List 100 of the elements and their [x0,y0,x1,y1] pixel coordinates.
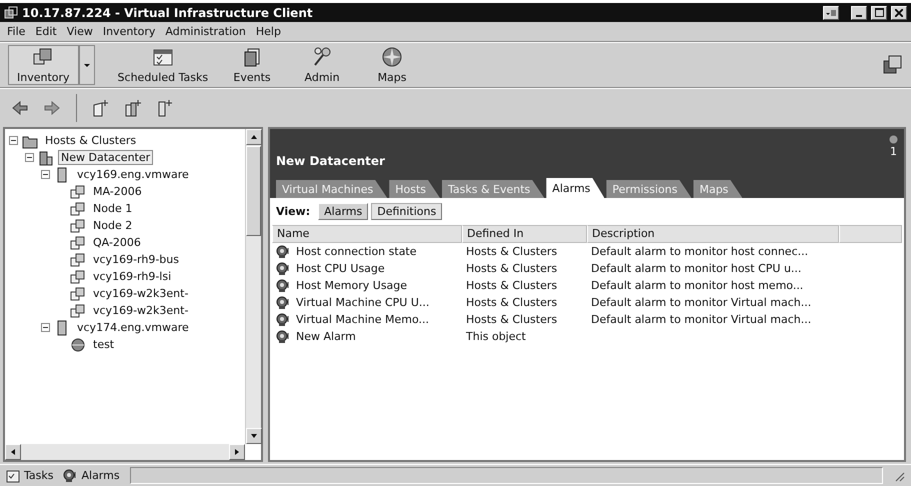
panel-title: New Datacenter [276,154,386,168]
tree-item[interactable]: Node 2 [90,218,136,233]
close-button[interactable] [891,6,907,20]
collapse-toggle[interactable] [41,170,50,179]
table-cell-text: Default alarm to monitor Virtual mach... [590,312,812,328]
virtual-machine-icon [70,252,86,268]
vertical-scrollbar[interactable] [245,129,261,444]
new-folder-icon[interactable] [93,99,109,117]
scroll-left-icon [9,448,17,456]
new-host-icon[interactable] [157,99,173,117]
close-icon [895,8,903,16]
alarm-count: 1 [890,145,897,158]
compass-icon [381,46,404,68]
toolbar-button[interactable]: Scheduled Tasks [108,45,218,85]
pie-icon [70,336,86,352]
resize-grip-icon[interactable] [893,470,905,482]
window-title: 10.17.87.224 - Virtual Infrastructure Client [22,6,314,20]
virtual-machine-icon [70,200,86,216]
table-cell: Virtual Machine Memo... [272,311,462,328]
table-cell-text: Hosts & Clusters [465,244,558,260]
tree-item[interactable]: Hosts & Clusters [42,133,140,148]
scroll-up-icon [250,133,258,141]
tab[interactable]: Alarms [546,178,604,198]
new-server-icon[interactable] [125,99,141,117]
table-cell: New Alarm [272,328,462,345]
table-cell: Host CPU Usage [272,260,462,277]
alarm-bell-icon [63,468,78,482]
table-cell-text: Hosts & Clusters [465,295,558,311]
window-menu-button[interactable] [823,6,839,20]
maximize-icon [874,8,884,17]
back-arrow-icon[interactable] [12,101,28,115]
alarm-bell-icon [276,278,290,292]
view-label: View: [276,205,310,218]
virtual-machine-icon [70,234,86,250]
virtual-machine-icon [70,302,86,318]
menu-item[interactable]: Edit [30,25,62,38]
tree-item[interactable]: QA-2006 [90,235,144,250]
collapse-toggle[interactable] [25,153,34,162]
tree-item[interactable]: New Datacenter [58,150,154,165]
alarm-bell-icon [276,330,290,344]
tree-item[interactable]: vcy169-rh9-bus [90,252,182,267]
table-cell-text: Default alarm to monitor host connec... [590,244,810,260]
tree-item[interactable]: vcy169-rh9-lsi [90,269,174,284]
column-header [839,225,902,243]
table-cell: Host Memory Usage [272,277,462,294]
tree-item[interactable]: vcy169.eng.vmware [74,167,192,182]
table-cell-text: Default alarm to monitor Virtual mach... [590,295,812,311]
tree-item[interactable]: test [90,337,118,352]
alarm-bell-icon [276,312,290,326]
tree-item[interactable]: vcy169-w2k3ent- [90,303,192,318]
tree-item[interactable]: MA-2006 [90,184,145,199]
toolbar-button[interactable]: Inventory [8,45,79,85]
alarm-bell-icon [276,296,290,310]
column-header[interactable]: Defined In [462,225,587,243]
toolbar-button[interactable]: Admin [287,45,358,85]
status-button[interactable]: Alarms [63,468,120,482]
minus-icon [42,324,49,331]
window-switch-icon[interactable] [883,55,903,75]
collapse-toggle[interactable] [41,323,50,332]
table-cell-text: This object [465,329,527,345]
menu-item[interactable]: Help [250,25,286,38]
maximize-button[interactable] [871,6,887,20]
menu-item[interactable]: Inventory [98,25,160,38]
menu-item[interactable]: View [62,25,98,38]
minus-icon [26,154,33,161]
view-toggle-button[interactable]: Alarms [318,203,368,220]
table-cell-text: Hosts & Clusters [465,261,558,277]
app-logo-icon [4,6,18,20]
scroll-down-icon [250,432,258,440]
tree-item[interactable]: vcy174.eng.vmware [74,320,192,335]
column-header[interactable]: Name [272,225,462,243]
column-header[interactable]: Description [587,225,839,243]
forward-arrow-icon[interactable] [44,101,60,115]
table-cell-text: Default alarm to monitor host CPU u... [590,261,802,277]
virtual-machine-icon [70,184,86,200]
view-toggle-button[interactable]: Definitions [371,203,442,220]
scroll-right-icon [233,448,241,456]
virtual-machine-icon [70,268,86,284]
tasks-icon [6,468,20,482]
virtual-machine-icon [70,286,86,302]
virtual-machine-icon [70,218,86,234]
minus-icon [42,171,49,178]
menu-item[interactable]: Administration [160,25,251,38]
collapse-toggle[interactable] [9,136,18,145]
table-cell: Virtual Machine CPU U... [272,294,462,311]
minus-icon [10,137,17,144]
menu-item[interactable]: File [2,25,30,38]
alarm-bell-icon [276,244,290,258]
minimize-button[interactable] [851,6,867,20]
horizontal-scrollbar[interactable] [5,444,245,460]
table-cell: Host connection state [272,243,462,260]
table-cell-text: Default alarm to monitor host memo... [590,278,804,294]
tree-item[interactable]: Node 1 [90,201,136,216]
toolbar-button[interactable]: Events [217,45,288,85]
toolbar-button[interactable]: Maps [357,45,428,85]
status-dot-icon [889,135,898,144]
minimize-icon [856,14,862,16]
status-button[interactable]: Tasks [6,468,54,482]
alarm-bell-icon [276,262,290,276]
tree-item[interactable]: vcy169-w2k3ent- [90,286,192,301]
